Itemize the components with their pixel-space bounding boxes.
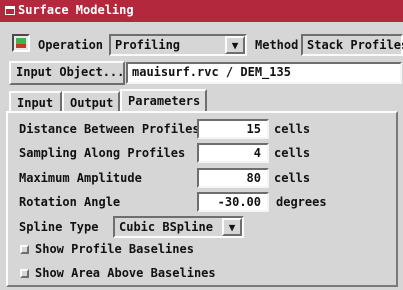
distance-field[interactable]: 15 [197, 119, 269, 139]
method-label: Method [255, 38, 299, 52]
spline-type-value: Cubic BSpline [119, 220, 213, 234]
title-bar: Surface Modeling [0, 0, 403, 22]
surface-modeling-icon [12, 34, 30, 52]
sampling-field[interactable]: 4 [197, 143, 269, 163]
operation-label: Operation [38, 38, 104, 52]
window-title: Surface Modeling [18, 3, 134, 17]
input-object-button[interactable]: Input Object... [9, 61, 125, 85]
show-baselines-checkbox[interactable] [20, 245, 29, 254]
sampling-label: Sampling Along Profiles [19, 146, 186, 160]
window-menu-icon[interactable] [5, 6, 15, 15]
method-dropdown[interactable]: Stack Profiles [301, 34, 403, 56]
show-baselines-label[interactable]: Show Profile Baselines [35, 242, 194, 256]
rotation-field[interactable]: -30.00 [197, 192, 269, 212]
operation-dropdown-value: Profiling [115, 38, 181, 52]
rotation-unit: degrees [276, 195, 327, 209]
show-area-checkbox[interactable] [20, 269, 29, 278]
input-object-path: mauisurf.rvc / DEM_135 [126, 62, 402, 84]
show-area-label[interactable]: Show Area Above Baselines [35, 266, 216, 280]
spline-type-dropdown[interactable]: Cubic BSpline ▼ [113, 216, 244, 238]
rotation-label: Rotation Angle [19, 195, 121, 209]
distance-label: Distance Between Profiles [19, 122, 200, 136]
tab-input[interactable]: Input [9, 91, 62, 112]
method-dropdown-value: Stack Profiles [307, 38, 403, 52]
sampling-unit: cells [274, 146, 311, 160]
amplitude-label: Maximum Amplitude [19, 171, 142, 185]
chevron-down-icon[interactable]: ▼ [225, 36, 245, 54]
tab-output[interactable]: Output [62, 91, 120, 112]
amplitude-unit: cells [274, 171, 311, 185]
tab-parameters[interactable]: Parameters [120, 89, 207, 112]
spline-type-label: Spline Type [19, 220, 99, 234]
amplitude-field[interactable]: 80 [197, 168, 269, 188]
chevron-down-icon[interactable]: ▼ [222, 218, 242, 236]
distance-unit: cells [274, 122, 311, 136]
operation-dropdown[interactable]: Profiling ▼ [109, 34, 247, 56]
